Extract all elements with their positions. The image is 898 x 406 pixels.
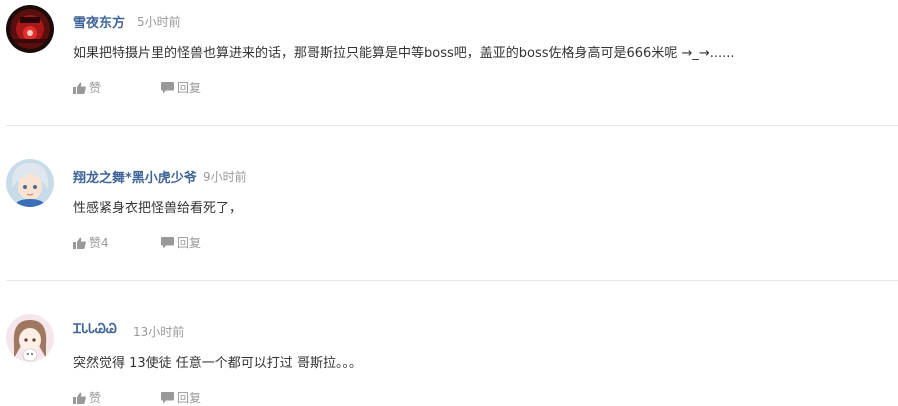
- like-label: 赞: [89, 81, 102, 95]
- divider: [6, 125, 898, 126]
- divider: [6, 280, 898, 281]
- thumbs-up-icon: [73, 82, 86, 94]
- timestamp: 9小时前: [203, 170, 247, 184]
- comment-text: 性感紧身衣把怪兽给看死了，: [73, 201, 243, 216]
- reply-label: 回复: [177, 391, 202, 405]
- reply-label: 回复: [177, 236, 202, 250]
- reply-button[interactable]: 回复: [161, 234, 201, 251]
- comment-bubble-icon: [161, 391, 174, 403]
- username[interactable]: ᏆᏓᏓᏊᏊ: [73, 322, 117, 337]
- timestamp: 5小时前: [137, 15, 181, 29]
- anime-girl-avatar-icon: [6, 314, 54, 362]
- username[interactable]: 翔龙之舞*黑小虎少爷: [73, 167, 197, 186]
- comment-bubble-icon: [161, 81, 174, 93]
- avatar[interactable]: [6, 314, 54, 362]
- avatar[interactable]: [6, 159, 54, 207]
- like-button[interactable]: 赞4: [73, 234, 109, 251]
- avatar[interactable]: [6, 5, 54, 53]
- reply-label: 回复: [177, 81, 202, 95]
- like-label: 赞: [89, 391, 102, 405]
- anime-boy-avatar-icon: [6, 159, 54, 207]
- comment-text: 如果把特摄片里的怪兽也算进来的话，那哥斯拉只能算是中等boss吧，盖亚的boss…: [73, 46, 735, 61]
- timestamp: 13小时前: [133, 325, 185, 339]
- like-label: 赞4: [89, 236, 109, 250]
- comment-bubble-icon: [161, 236, 174, 248]
- like-button[interactable]: 赞: [73, 389, 101, 406]
- thumbs-up-icon: [73, 237, 86, 249]
- red-robot-avatar-icon: [6, 5, 54, 53]
- reply-button[interactable]: 回复: [161, 389, 201, 406]
- like-button[interactable]: 赞: [73, 79, 101, 96]
- username[interactable]: 雪夜东方: [73, 12, 125, 31]
- reply-button[interactable]: 回复: [161, 79, 201, 96]
- thumbs-up-icon: [73, 392, 86, 404]
- comment-text: 突然觉得 13使徒 任意一个都可以打过 哥斯拉。。。: [73, 356, 362, 371]
